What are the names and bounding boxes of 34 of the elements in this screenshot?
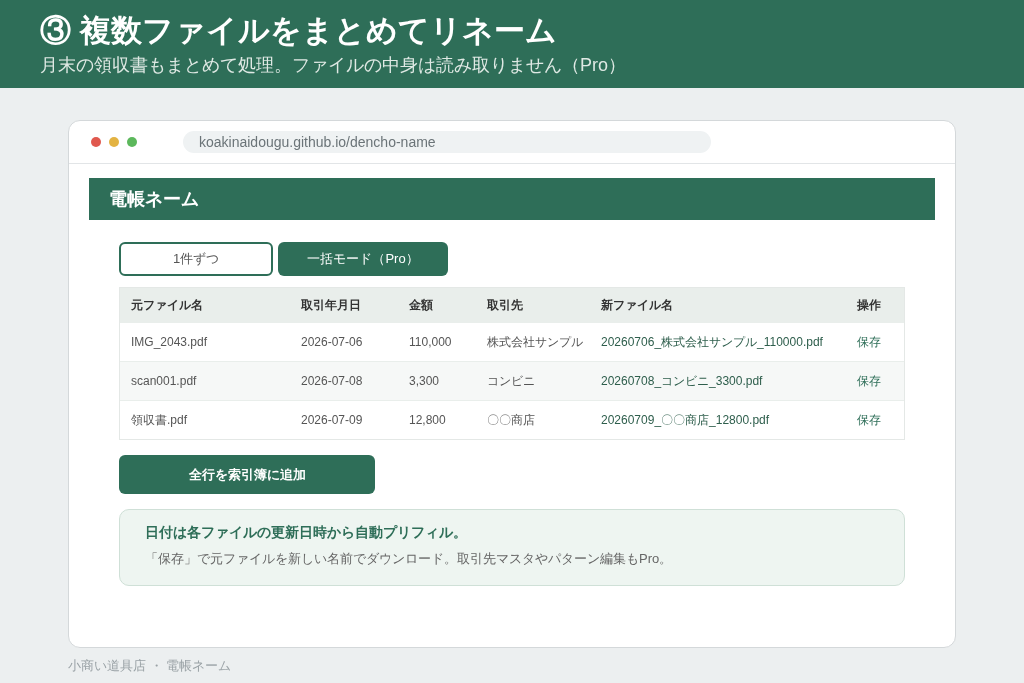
column-header: 元ファイル名 xyxy=(131,297,204,314)
table-cell-text: 12,800 xyxy=(409,412,447,429)
table-cell-text: 20260709_〇〇商店_12800.pdf xyxy=(601,412,771,429)
table-cell-text: 110,000 xyxy=(409,334,453,351)
add-all-button[interactable]: 全行を索引簿に追加 xyxy=(119,455,375,494)
table-cell-text: コンビニ xyxy=(487,373,536,390)
info-text: 「保存」で元ファイルを新しい名前でダウンロード。取引先マスタやパターン編集もPro。 xyxy=(145,550,674,568)
column-header: 取引先 xyxy=(487,297,524,314)
table-cell-text: 20260706_株式会社サンプル_110000.pdf xyxy=(601,334,824,351)
table-cell-text: 領収書.pdf xyxy=(131,412,188,429)
mode-tab[interactable]: 1件ずつ xyxy=(119,242,273,276)
table-cell-text: 2026-07-06 xyxy=(301,334,364,351)
info-title: 日付は各ファイルの更新日時から自動プリフィル。 xyxy=(145,523,468,542)
save-link[interactable]: 保存 xyxy=(857,372,893,390)
table-cell-text: IMG_2043.pdf xyxy=(131,334,209,351)
column-header: 操作 xyxy=(857,297,882,314)
table-cell-text: 株式会社サンプル xyxy=(487,334,584,351)
save-link[interactable]: 保存 xyxy=(857,411,893,429)
footer-text: 小商い道具店 ・ 電帳ネーム xyxy=(68,657,233,675)
table-cell-text: 3,300 xyxy=(409,373,441,390)
table-cell-text: scan001.pdf xyxy=(131,373,198,390)
address-bar[interactable]: koakinaidougu.github.io/dencho-name xyxy=(183,131,711,153)
column-header: 金額 xyxy=(409,297,434,314)
banner-title: ③ 複数ファイルをまとめてリネーム xyxy=(40,12,558,50)
save-link[interactable]: 保存 xyxy=(857,333,893,351)
table-cell-text: 〇〇商店 xyxy=(487,412,536,429)
banner-subtitle: 月末の領収書もまとめて処理。ファイルの中身は読み取りません（Pro） xyxy=(40,54,627,77)
column-header: 取引年月日 xyxy=(301,297,362,314)
app-title: 電帳ネーム xyxy=(109,187,199,211)
table-cell-text: 20260708_コンビニ_3300.pdf xyxy=(601,373,764,390)
table-cell-text: 2026-07-09 xyxy=(301,412,364,429)
column-header: 新ファイル名 xyxy=(601,297,674,314)
mode-tab[interactable]: 一括モード（Pro） xyxy=(278,242,448,276)
table-cell-text: 2026-07-08 xyxy=(301,373,364,390)
